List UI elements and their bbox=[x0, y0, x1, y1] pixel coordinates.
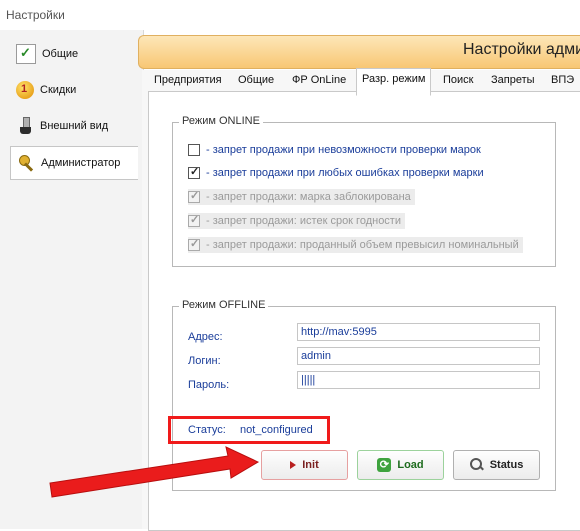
tab-permit-mode[interactable]: Разр. режим bbox=[356, 68, 432, 96]
red-arrow-annotation bbox=[49, 446, 260, 498]
